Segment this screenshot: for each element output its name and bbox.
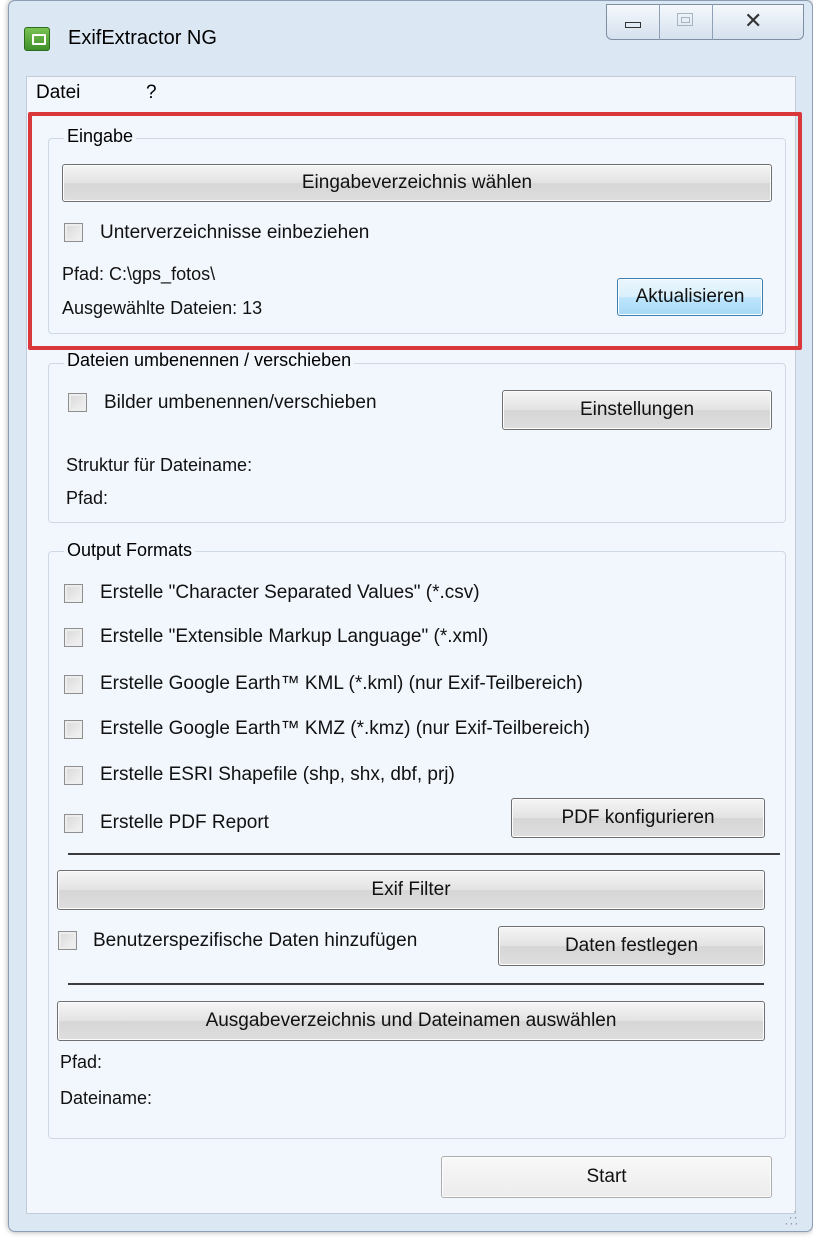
menu-help[interactable]: ? (146, 82, 157, 104)
output-filename-label: Dateiname: (60, 1088, 153, 1108)
kmz-label: Erstelle Google Earth™ KMZ (*.kmz) (nur … (100, 718, 590, 739)
output-formats-legend: Output Formats (64, 540, 196, 561)
window-title: ExifExtractor NG (68, 27, 217, 49)
resize-grip-icon[interactable]: · ·· ··· (780, 1205, 799, 1229)
highlight-box (28, 112, 802, 350)
close-icon: ✕ (744, 8, 763, 33)
kmz-checkbox[interactable] (64, 720, 83, 739)
maximize-icon (677, 13, 693, 26)
settings-button[interactable]: Einstellungen (502, 390, 772, 430)
pdf-config-button[interactable]: PDF konfigurieren (511, 798, 765, 838)
rename-checkbox[interactable] (68, 393, 87, 412)
menu-bar (27, 77, 795, 109)
separator-1 (68, 853, 780, 855)
rename-path-label: Pfad: (66, 488, 109, 508)
rename-label: Bilder umbenennen/verschieben (104, 392, 377, 413)
shapefile-label: Erstelle ESRI Shapefile (shp, shx, dbf, … (100, 764, 455, 785)
xml-checkbox[interactable] (64, 628, 83, 647)
filename-structure-label: Struktur für Dateiname: (66, 455, 253, 475)
minimize-icon (625, 22, 641, 28)
csv-label: Erstelle "Character Separated Values" (*… (100, 582, 480, 603)
set-data-button[interactable]: Daten festlegen (498, 926, 765, 966)
rename-legend: Dateien umbenennen / verschieben (64, 350, 355, 371)
xml-label: Erstelle "Extensible Markup Language" (*… (100, 626, 489, 647)
output-path-label: Pfad: (60, 1052, 103, 1072)
rename-group (48, 363, 786, 523)
pdf-report-label: Erstelle PDF Report (100, 812, 269, 833)
shapefile-checkbox[interactable] (64, 766, 83, 785)
output-dir-button[interactable]: Ausgabeverzeichnis und Dateinamen auswäh… (57, 1001, 765, 1041)
kml-label: Erstelle Google Earth™ KML (*.kml) (nur … (100, 673, 583, 694)
csv-checkbox[interactable] (64, 584, 83, 603)
start-button[interactable]: Start (441, 1156, 772, 1198)
pdf-report-checkbox[interactable] (64, 814, 83, 833)
menu-datei[interactable]: Datei (36, 82, 80, 104)
exif-filter-button[interactable]: Exif Filter (57, 870, 765, 910)
separator-2 (68, 983, 764, 985)
custom-data-checkbox[interactable] (58, 931, 77, 950)
custom-data-label: Benutzerspezifische Daten hinzufügen (93, 930, 418, 951)
app-icon (24, 27, 50, 51)
kml-checkbox[interactable] (64, 675, 83, 694)
